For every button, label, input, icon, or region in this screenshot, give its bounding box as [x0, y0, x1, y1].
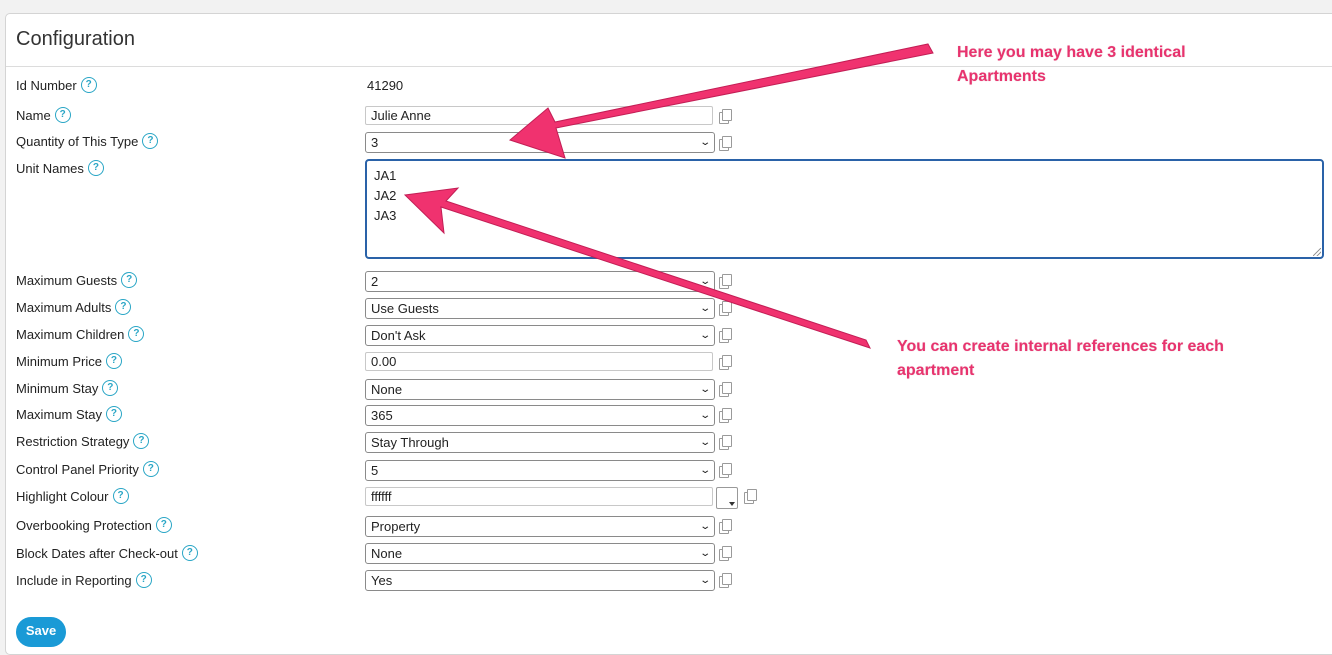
help-icon[interactable]: ?: [133, 433, 150, 449]
help-icon[interactable]: ?: [115, 299, 132, 315]
name-label: Name ?: [16, 107, 71, 123]
highlight-colour-input[interactable]: ffffff: [365, 487, 713, 506]
copy-icon[interactable]: [719, 328, 732, 343]
overbooking-select[interactable]: Property ⌄: [365, 516, 715, 537]
panel-title: Configuration: [16, 28, 135, 50]
max-children-label: Maximum Children ?: [16, 326, 145, 342]
help-icon[interactable]: ?: [105, 406, 122, 422]
priority-label: Control Panel Priority ?: [16, 461, 159, 477]
copy-icon[interactable]: [719, 355, 732, 370]
unit-name-line: JA3: [374, 208, 397, 223]
copy-icon[interactable]: [719, 463, 732, 478]
name-input[interactable]: Julie Anne: [365, 106, 713, 125]
quantity-select[interactable]: 3 ⌄: [365, 132, 715, 153]
max-adults-select[interactable]: Use Guests ⌄: [365, 298, 715, 319]
annotation-top: Here you may have 3 identical Apartments: [957, 44, 1186, 85]
chevron-down-icon: ⌄: [698, 465, 711, 476]
help-icon[interactable]: ?: [102, 380, 119, 396]
copy-icon[interactable]: [719, 274, 732, 289]
save-button[interactable]: Save: [16, 617, 66, 647]
max-guests-select[interactable]: 2 ⌄: [365, 271, 715, 292]
help-icon[interactable]: ?: [80, 77, 97, 93]
copy-icon[interactable]: [719, 435, 732, 450]
max-adults-label: Maximum Adults ?: [16, 299, 132, 315]
restriction-select[interactable]: Stay Through ⌄: [365, 432, 715, 453]
help-icon[interactable]: ?: [105, 353, 122, 369]
highlight-label: Highlight Colour ?: [16, 488, 129, 504]
help-icon[interactable]: ?: [135, 572, 152, 588]
min-price-input[interactable]: 0.00: [365, 352, 713, 371]
max-guests-label: Maximum Guests ?: [16, 272, 138, 288]
help-icon[interactable]: ?: [121, 272, 138, 288]
copy-icon[interactable]: [719, 573, 732, 588]
priority-select[interactable]: 5 ⌄: [365, 460, 715, 481]
copy-icon[interactable]: [719, 301, 732, 316]
chevron-down-icon: ⌄: [698, 330, 711, 341]
restriction-label: Restriction Strategy ?: [16, 433, 150, 449]
help-icon[interactable]: ?: [112, 488, 129, 504]
color-picker[interactable]: [716, 487, 738, 509]
copy-icon[interactable]: [719, 546, 732, 561]
min-price-label: Minimum Price ?: [16, 353, 122, 369]
id-number-label: Id Number ?: [16, 77, 97, 93]
help-icon[interactable]: ?: [128, 326, 145, 342]
reporting-select[interactable]: Yes ⌄: [365, 570, 715, 591]
chevron-down-icon: ⌄: [698, 410, 711, 421]
chevron-down-icon: ⌄: [698, 437, 711, 448]
help-icon[interactable]: ?: [142, 461, 159, 477]
max-stay-select[interactable]: 365 ⌄: [365, 405, 715, 426]
help-icon[interactable]: ?: [155, 517, 172, 533]
block-dates-label: Block Dates after Check-out ?: [16, 545, 198, 561]
unit-name-line: JA1: [374, 168, 397, 183]
max-children-select[interactable]: Don't Ask ⌄: [365, 325, 715, 346]
quantity-label: Quantity of This Type ?: [16, 133, 159, 149]
id-number-value: 41290: [367, 78, 404, 93]
chevron-down-icon: ⌄: [698, 575, 711, 586]
overbooking-label: Overbooking Protection ?: [16, 517, 172, 533]
chevron-down-icon: ⌄: [698, 521, 711, 532]
unit-names-label: Unit Names ?: [16, 160, 104, 176]
unit-names-textarea[interactable]: JA1 JA2 JA3: [365, 159, 1324, 259]
copy-icon[interactable]: [719, 109, 732, 124]
copy-icon[interactable]: [719, 382, 732, 397]
help-icon[interactable]: ?: [54, 107, 71, 123]
dropdown-triangle-icon: [729, 502, 735, 506]
copy-icon[interactable]: [719, 519, 732, 534]
copy-icon[interactable]: [719, 136, 732, 151]
copy-icon[interactable]: [744, 489, 757, 504]
chevron-down-icon: ⌄: [698, 276, 711, 287]
resize-handle[interactable]: [1313, 248, 1321, 256]
min-stay-select[interactable]: None ⌄: [365, 379, 715, 400]
min-stay-label: Minimum Stay ?: [16, 380, 119, 396]
block-dates-select[interactable]: None ⌄: [365, 543, 715, 564]
chevron-down-icon: ⌄: [698, 303, 711, 314]
max-stay-label: Maximum Stay ?: [16, 406, 122, 422]
chevron-down-icon: ⌄: [698, 384, 711, 395]
unit-name-line: JA2: [374, 188, 397, 203]
copy-icon[interactable]: [719, 408, 732, 423]
reporting-label: Include in Reporting ?: [16, 572, 152, 588]
annotation-bottom: You can create internal references for e…: [897, 338, 1224, 379]
help-icon[interactable]: ?: [142, 133, 159, 149]
chevron-down-icon: ⌄: [698, 548, 711, 559]
help-icon[interactable]: ?: [87, 160, 104, 176]
help-icon[interactable]: ?: [181, 545, 198, 561]
chevron-down-icon: ⌄: [698, 137, 711, 148]
